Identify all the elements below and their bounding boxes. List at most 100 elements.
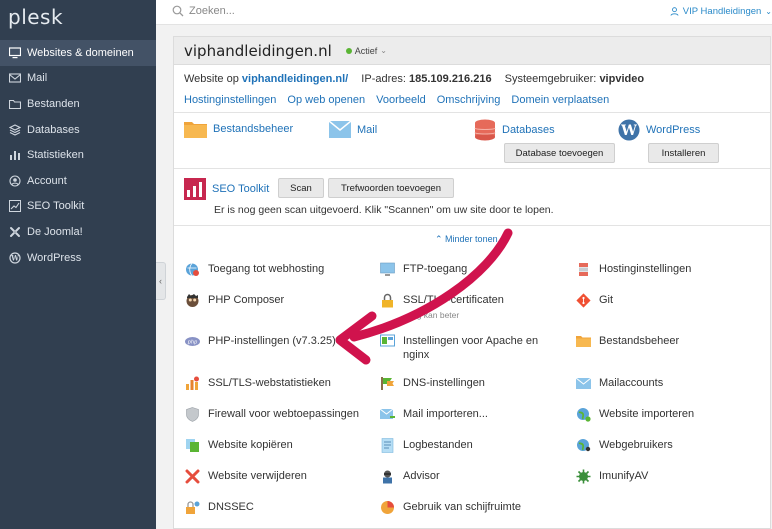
item-label: FTP-toegang	[403, 263, 468, 275]
svg-text:php: php	[187, 339, 198, 345]
tool-label: Mail	[357, 123, 378, 136]
webusers-icon	[577, 439, 591, 452]
user-menu[interactable]: VIP Handleidingen ⌄	[670, 6, 772, 17]
status-badge[interactable]: Actief ⌄	[345, 46, 387, 56]
svg-text:W: W	[10, 253, 19, 262]
website-link[interactable]: viphandleidingen.nl/	[242, 73, 348, 85]
item-label: Mailaccounts	[599, 377, 664, 389]
scan-button[interactable]: Scan	[278, 178, 324, 198]
sidebar-item-websites[interactable]: Websites & domeinen	[0, 40, 156, 66]
delete-icon	[185, 469, 200, 484]
add-keywords-button[interactable]: Trefwoorden toevoegen	[328, 178, 454, 198]
item-copy-website[interactable]: Website kopiëren	[185, 438, 293, 453]
webhosting-icon	[186, 263, 199, 276]
item-imunifyav[interactable]: ImunifyAV	[576, 469, 648, 484]
search-input[interactable]: Zoeken...	[189, 5, 235, 17]
item-mail-accounts[interactable]: Mailaccounts	[576, 376, 663, 391]
ftp-icon	[380, 262, 395, 276]
globe-import-icon	[577, 408, 591, 422]
install-wordpress-button[interactable]: Installeren	[648, 143, 719, 163]
item-web-users[interactable]: Webgebruikers	[576, 438, 673, 453]
item-delete-website[interactable]: Website verwijderen	[185, 469, 307, 484]
status-dot-icon	[345, 47, 352, 54]
website-label: Website op	[184, 73, 239, 85]
tool-wordpress[interactable]: W WordPress	[618, 119, 700, 141]
tool-seo-toolkit[interactable]: SEO Toolkit	[184, 178, 269, 200]
quick-links: Hostinginstellingen Op web openen Voorbe…	[184, 94, 617, 106]
item-label: Toegang tot webhosting	[208, 263, 325, 275]
item-label: ImunifyAV	[599, 470, 649, 482]
divider	[174, 112, 770, 113]
git-icon	[576, 293, 591, 308]
tool-label: SEO Toolkit	[212, 183, 270, 195]
item-label: SSL/TLS-certificaten	[403, 294, 504, 306]
item-ssl-webstats[interactable]: SSL/TLS-webstatistieken	[185, 376, 331, 391]
tool-filemanager[interactable]: Bestandsbeheer	[184, 120, 293, 138]
sidebar-item-wordpress[interactable]: W WordPress	[0, 245, 156, 271]
tool-databases[interactable]: Databases	[474, 119, 555, 141]
plesk-logo: plesk	[8, 5, 64, 29]
link-preview[interactable]: Voorbeeld	[376, 94, 426, 106]
item-php-settings[interactable]: php PHP-instellingen (v7.3.25)	[185, 334, 336, 349]
show-less-toggle[interactable]: ⌃ Minder tonen	[435, 234, 498, 245]
toggle-label: Minder tonen	[445, 234, 498, 244]
item-label: SSL/TLS-webstatistieken	[208, 377, 331, 389]
joomla-icon	[9, 226, 21, 238]
ip-value: 185.109.216.216	[409, 73, 492, 85]
sidebar-item-mail[interactable]: Mail	[0, 66, 156, 92]
item-advisor[interactable]: Advisor	[380, 469, 440, 484]
sidebar-item-seo-toolkit[interactable]: SEO Toolkit	[0, 194, 156, 220]
sidebar-item-account[interactable]: Account	[0, 168, 156, 194]
item-hosting-settings[interactable]: Hostinginstellingen	[576, 262, 691, 277]
advisor-icon	[383, 470, 392, 484]
mail-icon	[329, 121, 351, 138]
sidebar-nav: Websites & domeinen Mail Bestanden Datab…	[0, 40, 156, 270]
item-mail-import[interactable]: Mail importeren...	[380, 407, 488, 422]
user-icon	[670, 7, 679, 16]
folder-icon	[9, 98, 21, 110]
chevron-left-icon: ‹	[159, 276, 162, 286]
item-website-import[interactable]: Website importeren	[576, 407, 694, 422]
sidebar-item-label: Mail	[27, 72, 48, 85]
sidebar-item-statistics[interactable]: Statistieken	[0, 142, 156, 168]
link-hosting-settings[interactable]: Hostinginstellingen	[184, 94, 276, 106]
seo-icon	[184, 178, 206, 200]
item-filemanager[interactable]: Bestandsbeheer	[576, 334, 679, 349]
domain-info: Website op viphandleidingen.nl/ IP-adres…	[184, 73, 644, 85]
sidebar-item-files[interactable]: Bestanden	[0, 91, 156, 117]
link-open-web[interactable]: Op web openen	[287, 94, 365, 106]
item-sublabel: ...ing kan beter	[403, 310, 460, 320]
tool-mail[interactable]: Mail	[329, 121, 377, 138]
database-icon	[9, 123, 21, 136]
search-box[interactable]: Zoeken...	[172, 5, 235, 17]
dnssec-icon	[186, 501, 200, 514]
sysuser-value: vipvideo	[599, 73, 645, 85]
sidebar-item-joomla[interactable]: De Joomla!	[0, 219, 156, 245]
item-webhosting-access[interactable]: Toegang tot webhosting	[185, 262, 324, 277]
item-waf[interactable]: Firewall voor webtoepassingen	[185, 407, 359, 422]
item-label: Firewall voor webtoepassingen	[208, 408, 360, 420]
webstats-icon	[186, 376, 199, 390]
sidebar-collapse-handle[interactable]: ‹	[156, 262, 166, 300]
item-label: PHP Composer	[208, 294, 285, 306]
item-git[interactable]: Git	[576, 293, 613, 308]
item-ftp-access[interactable]: FTP-toegang	[380, 262, 467, 277]
item-log-files[interactable]: Logbestanden	[380, 438, 473, 453]
divider	[174, 225, 770, 226]
add-database-button[interactable]: Database toevoegen	[504, 143, 615, 163]
database-icon	[474, 119, 496, 141]
item-disk-usage[interactable]: Gebruik van schijfruimte	[380, 500, 521, 515]
link-move-domain[interactable]: Domein verplaatsen	[511, 94, 609, 106]
tool-label: WordPress	[646, 124, 701, 136]
sidebar-item-databases[interactable]: Databases	[0, 117, 156, 143]
sidebar-item-label: Websites & domeinen	[27, 46, 134, 59]
item-dns-settings[interactable]: DNS-instellingen	[380, 376, 485, 391]
item-php-composer[interactable]: PHP Composer	[185, 293, 284, 308]
folder-icon	[184, 122, 207, 138]
link-description[interactable]: Omschrijving	[437, 94, 501, 106]
imunify-icon	[576, 469, 591, 484]
item-ssl-certificates[interactable]: SSL/TLS-certificaten ...ing kan beter	[380, 293, 504, 322]
item-dnssec[interactable]: DNSSEC	[185, 500, 254, 515]
item-label: DNS-instellingen	[403, 377, 485, 389]
item-apache-nginx[interactable]: Instellingen voor Apache en nginx	[380, 334, 553, 362]
